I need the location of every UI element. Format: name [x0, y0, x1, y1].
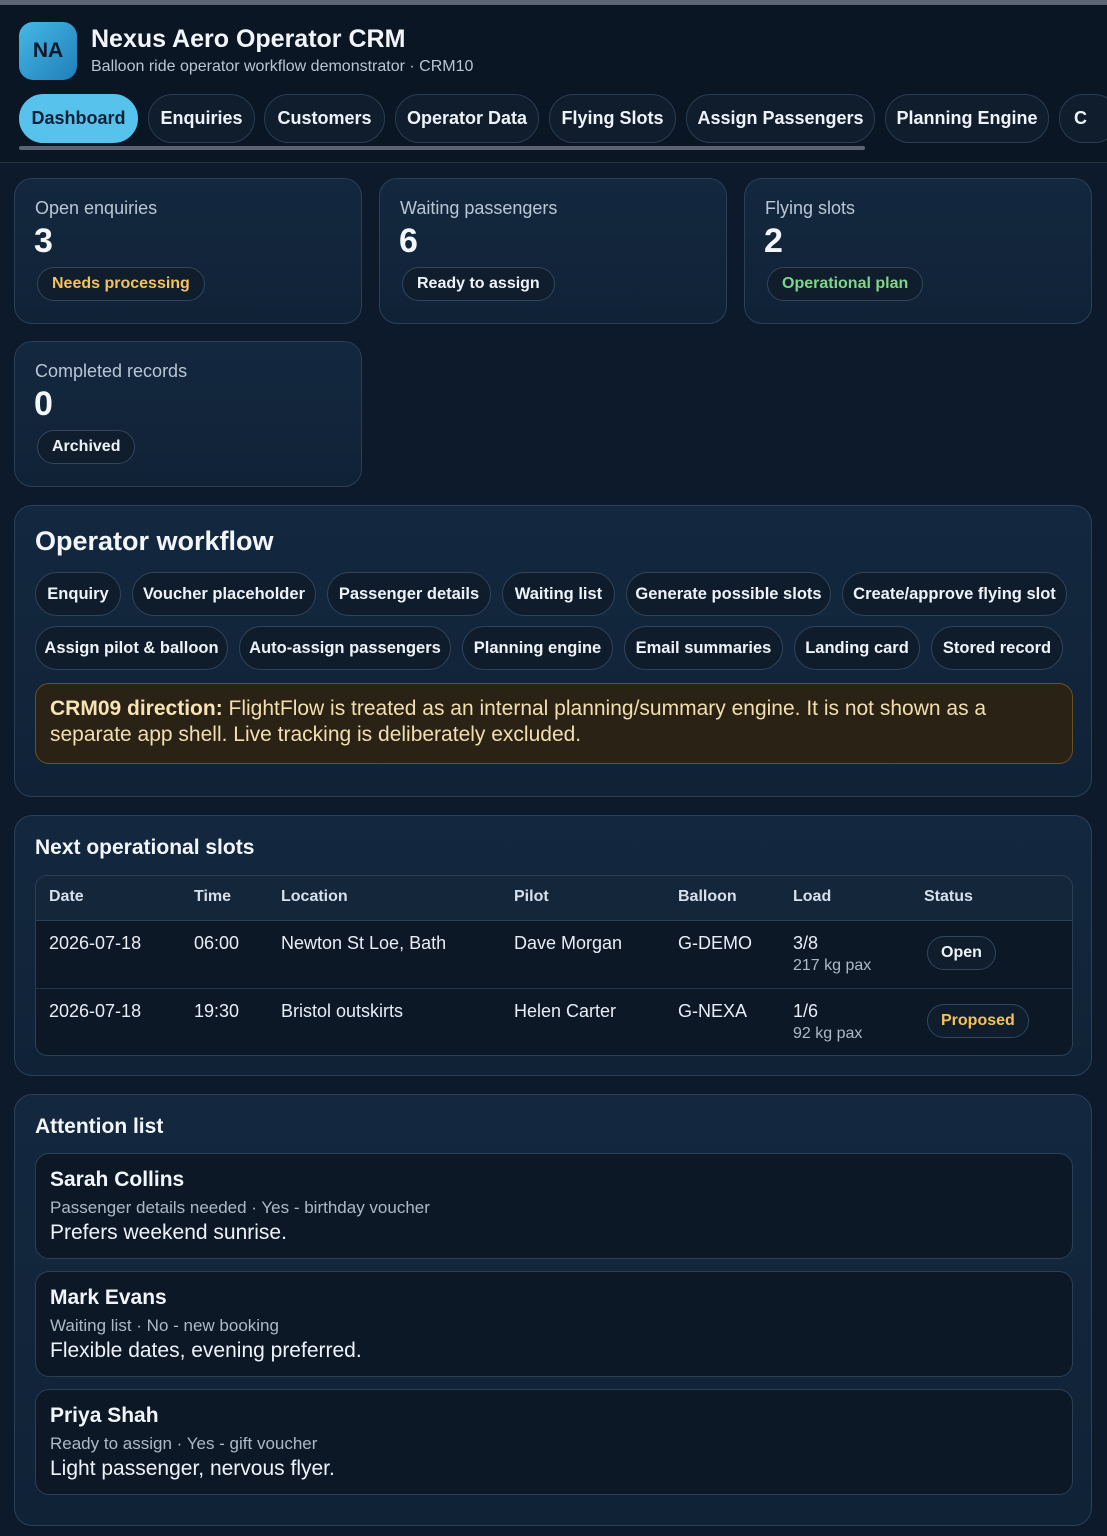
passenger-meta: Passenger details needed · Yes - birthda… [50, 1198, 430, 1217]
status-badge: Operational plan [767, 267, 924, 301]
section-title: Attention list [35, 1115, 164, 1138]
section-title: Next operational slots [35, 836, 255, 859]
column-header-time[interactable]: Time [194, 888, 231, 906]
status-badge: Ready to assign [402, 267, 555, 301]
table-header: Date Time Location Pilot Balloon Load St… [36, 876, 1072, 921]
notice-label: CRM09 direction: [50, 697, 223, 720]
stat-label: Open enquiries [35, 198, 158, 218]
passenger-name: Sarah Collins [50, 1168, 185, 1191]
tab-flying-slots[interactable]: Flying Slots [549, 94, 676, 143]
app-logo: NA [19, 22, 77, 80]
passenger-meta: Ready to assign · Yes - gift voucher [50, 1434, 318, 1453]
cell-date: 2026-07-18 [49, 933, 142, 953]
workflow-step-stored-record[interactable]: Stored record [931, 626, 1063, 670]
workflow-step-passenger-details[interactable]: Passenger details [327, 572, 491, 616]
cell-location: Newton St Loe, Bath [281, 933, 447, 953]
tab-assign-passengers[interactable]: Assign Passengers [686, 94, 875, 143]
stat-card-flying-slots: Flying slots 2 Operational plan [744, 178, 1092, 324]
stat-value: 0 [34, 385, 53, 423]
stat-card-completed-records: Completed records 0 Archived [14, 341, 362, 487]
table-row[interactable]: 2026-07-18 06:00 Newton St Loe, Bath Dav… [36, 921, 1072, 989]
status-badge: Needs processing [37, 267, 205, 301]
column-header-status[interactable]: Status [924, 888, 973, 906]
tab-customers[interactable]: Customers [264, 94, 385, 143]
attention-item[interactable]: Mark Evans Waiting list · No - new booki… [35, 1271, 1073, 1377]
direction-notice: CRM09 direction: FlightFlow is treated a… [35, 683, 1073, 764]
passenger-name: Priya Shah [50, 1404, 159, 1427]
column-header-date[interactable]: Date [49, 888, 84, 906]
status-badge: Proposed [927, 1004, 1029, 1038]
workflow-step-planning-engine[interactable]: Planning engine [462, 626, 613, 670]
passenger-name: Mark Evans [50, 1286, 167, 1309]
workflow-step-email-summaries[interactable]: Email summaries [624, 626, 783, 670]
cell-balloon: G-DEMO [678, 933, 752, 953]
stat-card-open-enquiries: Open enquiries 3 Needs processing [14, 178, 362, 324]
cell-location: Bristol outskirts [281, 1001, 404, 1021]
workflow-step-waiting-list[interactable]: Waiting list [502, 572, 615, 616]
column-header-load[interactable]: Load [793, 888, 831, 906]
slots-table: Date Time Location Pilot Balloon Load St… [35, 875, 1073, 1056]
stat-value: 2 [764, 222, 783, 260]
tabs-scrollbar[interactable] [19, 146, 865, 150]
cell-balloon: G-NEXA [678, 1001, 748, 1021]
status-badge: Open [927, 936, 996, 970]
workflow-step-assign-pilot-balloon[interactable]: Assign pilot & balloon [35, 626, 228, 670]
tab-overflow-partial[interactable]: C [1059, 94, 1107, 143]
cell-date: 2026-07-18 [49, 1001, 142, 1021]
cell-load: 3/8 [793, 933, 819, 953]
stat-value: 6 [399, 222, 418, 260]
main-tabs: Dashboard Enquiries Customers Operator D… [19, 94, 1107, 146]
stat-label: Flying slots [765, 198, 856, 218]
cell-load-weight: 217 kg pax [793, 957, 872, 974]
app-title: Nexus Aero Operator CRM [91, 25, 406, 53]
column-header-location[interactable]: Location [281, 888, 348, 906]
cell-time: 19:30 [194, 1001, 240, 1021]
passenger-meta: Waiting list · No - new booking [50, 1316, 279, 1335]
attention-item[interactable]: Sarah Collins Passenger details needed ·… [35, 1153, 1073, 1259]
tab-planning-engine[interactable]: Planning Engine [885, 94, 1049, 143]
next-slots-panel: Next operational slots Date Time Locatio… [14, 815, 1092, 1076]
app-subtitle: Balloon ride operator workflow demonstra… [91, 58, 474, 75]
column-header-balloon[interactable]: Balloon [678, 888, 737, 906]
app-header: NA Nexus Aero Operator CRM Balloon ride … [0, 5, 1107, 163]
stat-value: 3 [34, 222, 53, 260]
stat-label: Waiting passengers [400, 198, 558, 218]
workflow-step-generate-slots[interactable]: Generate possible slots [626, 572, 831, 616]
tab-dashboard[interactable]: Dashboard [19, 94, 138, 143]
workflow-step-create-approve-slot[interactable]: Create/approve flying slot [842, 572, 1067, 616]
tab-enquiries[interactable]: Enquiries [148, 94, 255, 143]
passenger-note: Prefers weekend sunrise. [50, 1221, 287, 1244]
section-title: Operator workflow [35, 526, 274, 556]
tab-operator-data[interactable]: Operator Data [395, 94, 539, 143]
status-badge: Archived [37, 430, 136, 464]
workflow-step-landing-card[interactable]: Landing card [794, 626, 920, 670]
column-header-pilot[interactable]: Pilot [514, 888, 549, 906]
table-row[interactable]: 2026-07-18 19:30 Bristol outskirts Helen… [36, 989, 1072, 1055]
workflow-step-voucher-placeholder[interactable]: Voucher placeholder [132, 572, 316, 616]
cell-load: 1/6 [793, 1001, 819, 1021]
stat-label: Completed records [35, 361, 188, 381]
attention-list-panel: Attention list Sarah Collins Passenger d… [14, 1094, 1092, 1526]
passenger-note: Flexible dates, evening preferred. [50, 1339, 362, 1362]
passenger-note: Light passenger, nervous flyer. [50, 1457, 335, 1480]
stat-card-waiting-passengers: Waiting passengers 6 Ready to assign [379, 178, 727, 324]
workflow-step-enquiry[interactable]: Enquiry [35, 572, 121, 616]
cell-time: 06:00 [194, 933, 240, 953]
cell-pilot: Dave Morgan [514, 933, 623, 953]
workflow-step-auto-assign[interactable]: Auto-assign passengers [239, 626, 451, 670]
cell-pilot: Helen Carter [514, 1001, 617, 1021]
cell-load-weight: 92 kg pax [793, 1025, 863, 1042]
operator-workflow-panel: Operator workflow Enquiry Voucher placeh… [14, 505, 1092, 797]
attention-item[interactable]: Priya Shah Ready to assign · Yes - gift … [35, 1389, 1073, 1495]
